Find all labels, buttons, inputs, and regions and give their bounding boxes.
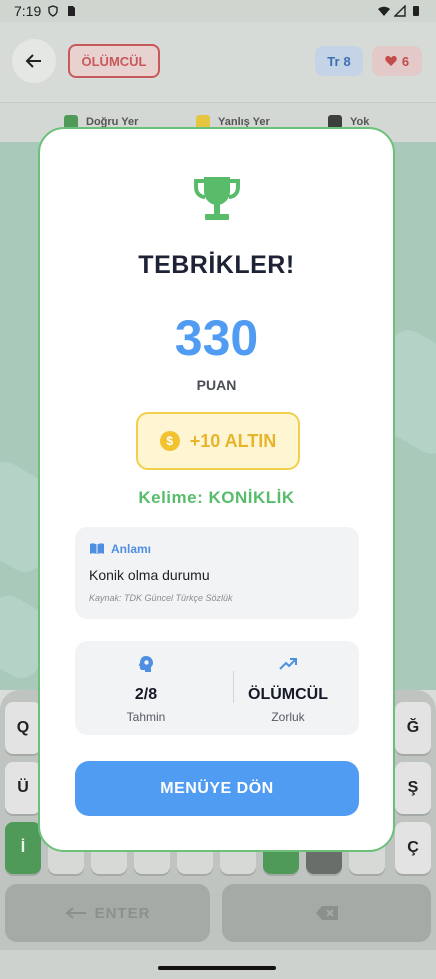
system-navigation-bar — [0, 950, 436, 979]
meaning-card: Anlamı Konik olma durumu Kaynak: TDK Gün… — [75, 527, 359, 619]
backspace-icon — [315, 906, 338, 920]
guesses-stat: 2/8 Tahmin — [75, 655, 217, 724]
stats-card: 2/8 Tahmin ÖLÜMCÜL Zorluk — [75, 641, 359, 735]
app-header: ÖLÜMCÜL Tr 8 6 — [0, 22, 436, 102]
solution-word: Kelime: KONİKLİK — [138, 488, 295, 507]
success-dialog: TEBRİKLER! 330 PUAN $ +10 ALTIN Kelime: … — [38, 127, 395, 852]
translate-icon: Tr — [327, 53, 340, 69]
enter-arrow-icon — [65, 907, 86, 919]
hint-count: 8 — [343, 53, 351, 69]
score-label: PUAN — [196, 377, 237, 393]
key-i-dot[interactable]: İ — [5, 822, 41, 874]
status-time: 7:19 — [14, 3, 42, 19]
score-value: 330 — [174, 310, 259, 366]
key-q[interactable]: Q — [5, 702, 41, 754]
home-gesture-pill[interactable] — [158, 966, 276, 970]
meaning-text: Konik olma durumu — [89, 567, 210, 583]
guesses-value: 2/8 — [134, 686, 158, 703]
backspace-button[interactable] — [222, 884, 431, 942]
gold-reward-badge: $ +10 ALTIN — [136, 412, 300, 470]
wifi-icon — [378, 6, 390, 16]
back-button[interactable] — [12, 39, 56, 83]
dialog-title: TEBRİKLER! — [138, 251, 295, 279]
trending-up-icon — [279, 658, 297, 670]
key-u-umlaut[interactable]: Ü — [5, 762, 41, 814]
enter-button[interactable]: ENTER — [5, 884, 210, 942]
shield-icon — [48, 5, 58, 17]
key-c-cedilla[interactable]: Ç — [395, 822, 431, 874]
coin-icon: $ — [159, 431, 180, 451]
key-g-breve[interactable]: Ğ — [395, 702, 431, 754]
mode-badge: ÖLÜMCÜL — [68, 44, 160, 78]
status-bar: 7:19 — [0, 0, 436, 22]
difficulty-value: ÖLÜMCÜL — [248, 686, 328, 703]
meaning-heading: Anlamı — [89, 542, 151, 556]
guesses-label: Tahmin — [126, 710, 166, 724]
sim-card-icon — [68, 6, 76, 16]
lives-badge: 6 — [372, 46, 422, 76]
arrow-left-icon — [25, 54, 41, 68]
trophy-icon — [194, 177, 240, 220]
return-to-menu-button[interactable]: MENÜYE DÖN — [75, 761, 359, 816]
hint-badge[interactable]: Tr 8 — [315, 46, 363, 76]
lives-count: 6 — [401, 53, 410, 69]
enter-label: ENTER — [94, 904, 151, 922]
gold-reward-text: +10 ALTIN — [189, 430, 277, 451]
heart-icon — [385, 56, 397, 66]
key-s-cedilla[interactable]: Ş — [395, 762, 431, 814]
brain-icon — [138, 656, 153, 672]
open-book-icon — [90, 543, 104, 555]
meaning-source: Kaynak: TDK Güncel Türkçe Sözlük — [89, 593, 233, 603]
meaning-heading-text: Anlamı — [111, 542, 152, 556]
difficulty-label: Zorluk — [271, 710, 305, 724]
battery-icon — [413, 6, 419, 16]
signal-icon — [394, 5, 406, 17]
difficulty-stat: ÖLÜMCÜL Zorluk — [217, 655, 359, 724]
